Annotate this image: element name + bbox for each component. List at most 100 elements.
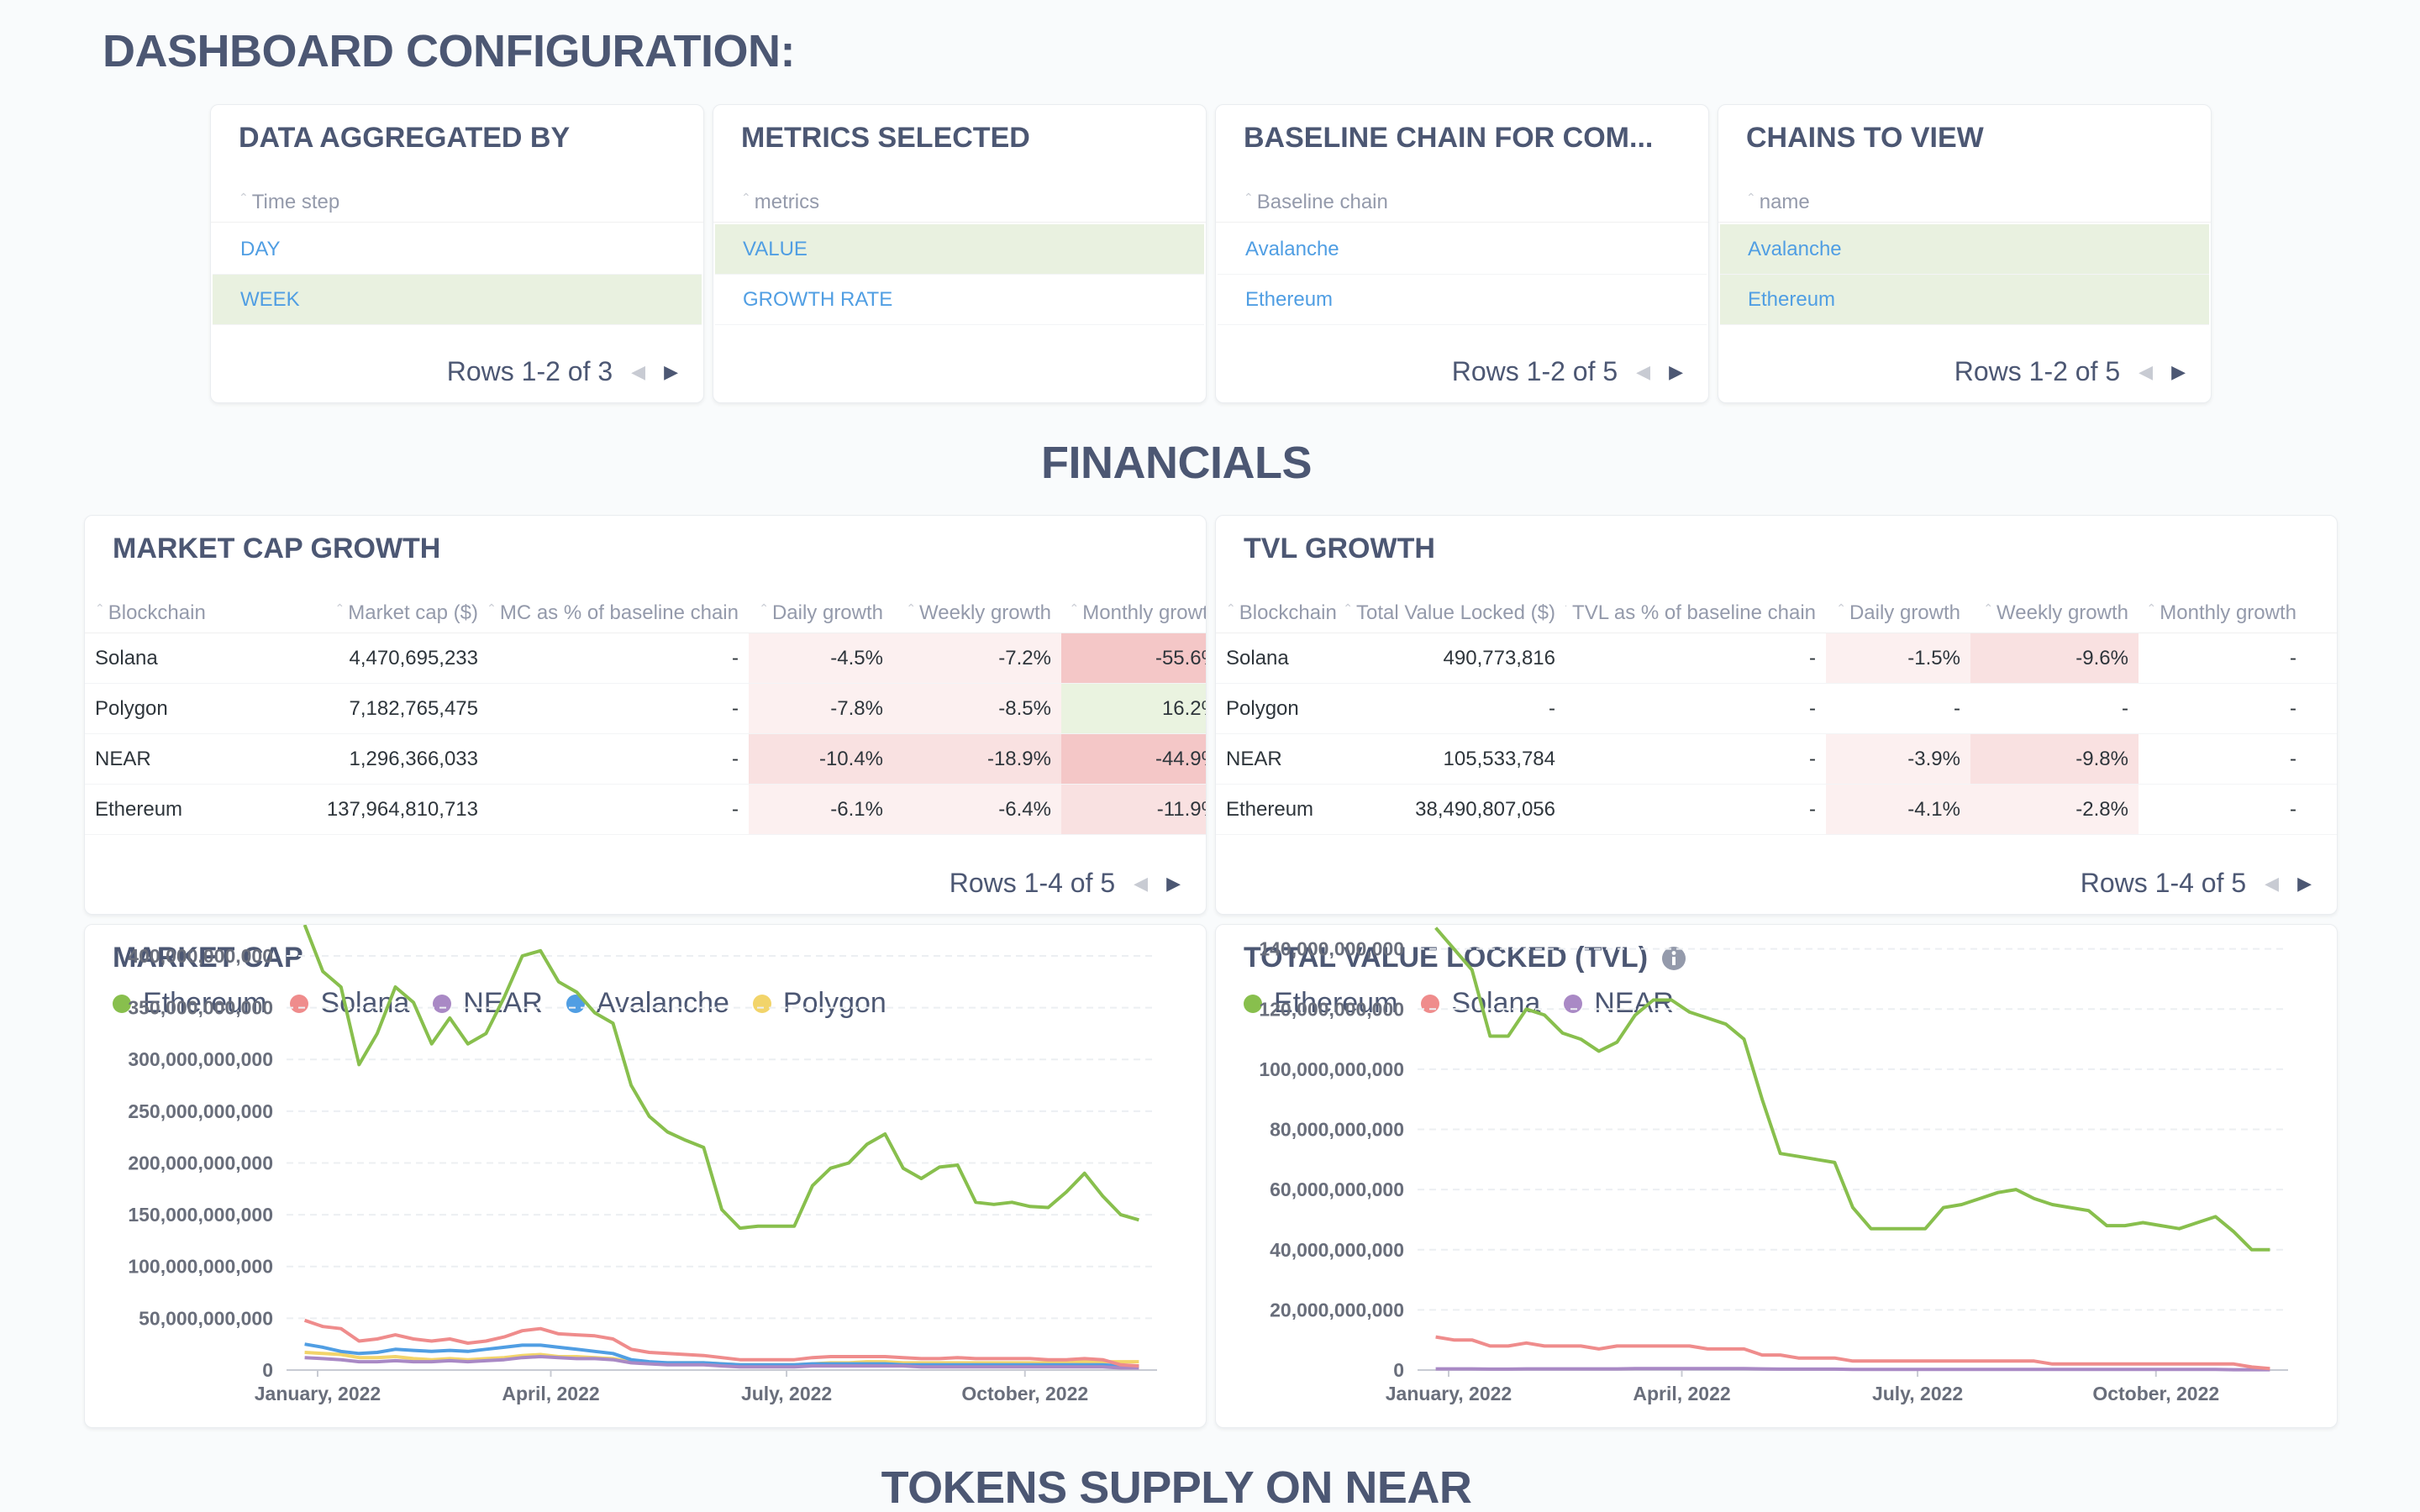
table-cell: - bbox=[1549, 696, 1555, 720]
y-tick-label: 150,000,000,000 bbox=[128, 1204, 273, 1226]
card-title: CHAINS TO VIEW bbox=[1746, 122, 1984, 154]
list-item-label: GROWTH RATE bbox=[743, 287, 893, 311]
column-header-label: Time step bbox=[251, 190, 340, 213]
market-cap-growth-table: ⌃Blockchain⌃Market cap ($)⌃MC as % of ba… bbox=[85, 593, 1206, 835]
table-cell: - bbox=[1809, 797, 1816, 821]
column-header[interactable]: ⌃ Time step bbox=[211, 182, 703, 223]
sort-icon: ⌃ bbox=[2146, 601, 2157, 615]
list-item[interactable]: WEEK bbox=[213, 275, 702, 325]
column-header[interactable]: ⌃ Blockchain bbox=[1216, 593, 1340, 633]
table-cell: -4.5% bbox=[749, 633, 893, 683]
sort-icon: ⌃ bbox=[488, 601, 497, 616]
y-tick-label: 0 bbox=[262, 1359, 273, 1381]
table-cell: 7,182,765,475 bbox=[349, 696, 478, 720]
sort-icon: ⌃ bbox=[1069, 601, 1080, 615]
column-header[interactable]: ⌃ Monthly growth bbox=[2139, 593, 2307, 633]
table-cell: -7.8% bbox=[749, 684, 893, 733]
table-header-row: ⌃Blockchain⌃Market cap ($)⌃MC as % of ba… bbox=[85, 593, 1206, 633]
table-cell: -10.4% bbox=[749, 734, 893, 784]
column-header[interactable]: ⌃TVL as % of baseline chain bbox=[1565, 593, 1826, 633]
config-card: DATA AGGREGATED BY ⌃ Time step DAY WEEK Rows … bbox=[210, 104, 704, 403]
prev-page-icon[interactable]: ◀ bbox=[1134, 873, 1148, 895]
y-tick-label: 400,000,000,000 bbox=[128, 945, 273, 967]
table-row: Polygon - - - - - bbox=[1216, 684, 2337, 734]
table-cell: NEAR bbox=[95, 747, 151, 770]
list-item[interactable]: Ethereum bbox=[1218, 275, 1707, 325]
list-item[interactable]: Avalanche bbox=[1218, 224, 1707, 275]
y-tick-label: 100,000,000,000 bbox=[128, 1256, 273, 1278]
y-tick-label: 0 bbox=[1393, 1359, 1404, 1381]
next-page-icon[interactable]: ▶ bbox=[664, 361, 678, 383]
sort-icon: ⌃ bbox=[1226, 601, 1236, 615]
series-line-solana[interactable] bbox=[1435, 1335, 2270, 1371]
series-line-ethereum[interactable] bbox=[1434, 927, 2270, 1252]
table-row: NEAR 105,533,784- -3.9% -9.8% - bbox=[1216, 734, 2337, 785]
column-header[interactable]: ⌃ Total Value Locked ($) bbox=[1340, 593, 1565, 633]
column-header-label: Blockchain bbox=[1239, 601, 1337, 624]
table-cell: -2.8% bbox=[1970, 785, 2139, 834]
list-item[interactable]: VALUE bbox=[715, 224, 1204, 275]
list-item-label: VALUE bbox=[743, 237, 808, 260]
y-tick-label: 140,000,000,000 bbox=[1259, 938, 1404, 960]
column-header-label: Daily growth bbox=[771, 601, 883, 624]
column-header[interactable]: ⌃ Baseline chain bbox=[1216, 182, 1708, 223]
y-tick-label: 40,000,000,000 bbox=[1270, 1239, 1404, 1261]
card-title: BASELINE CHAIN FOR COM... bbox=[1244, 122, 1654, 154]
table-cell: - bbox=[732, 696, 739, 720]
card-title: DATA AGGREGATED BY bbox=[239, 122, 571, 154]
table-cell: Polygon bbox=[95, 696, 168, 720]
list-item[interactable]: Avalanche bbox=[1720, 224, 2209, 275]
config-card: BASELINE CHAIN FOR COM... ⌃ Baseline chain… bbox=[1215, 104, 1709, 403]
list-item-label: Ethereum bbox=[1748, 287, 1836, 311]
series-line-ethereum[interactable] bbox=[302, 925, 1139, 1231]
next-page-icon[interactable]: ▶ bbox=[2297, 873, 2312, 895]
prev-page-icon[interactable]: ◀ bbox=[2265, 873, 2279, 895]
table-row: NEAR 1,296,366,033 --10.4%-18.9%-44.9% bbox=[85, 734, 1206, 785]
table-cell: -4.1% bbox=[1826, 785, 1970, 834]
column-header[interactable]: ⌃MC as % of baseline chain bbox=[488, 593, 749, 633]
column-header[interactable]: ⌃ Market cap ($) bbox=[245, 593, 488, 633]
table-cell: - bbox=[1809, 646, 1816, 669]
table-cell: -11.9% bbox=[1061, 785, 1206, 834]
column-header[interactable]: ⌃ Daily growth bbox=[749, 593, 893, 633]
next-page-icon[interactable]: ▶ bbox=[1166, 873, 1181, 895]
sort-icon: ⌃ bbox=[1565, 601, 1569, 616]
card-title: TVL GROWTH bbox=[1244, 533, 1435, 564]
column-header-label: Baseline chain bbox=[1256, 190, 1388, 213]
column-header[interactable]: ⌃ Monthly growth bbox=[1061, 593, 1206, 633]
series-line-near[interactable] bbox=[1435, 1367, 2270, 1372]
prev-page-icon[interactable]: ◀ bbox=[1636, 361, 1650, 383]
column-header[interactable]: ⌃ Blockchain bbox=[85, 593, 245, 633]
column-header[interactable]: ⌃ metrics bbox=[713, 182, 1206, 223]
x-tick-label: July, 2022 bbox=[741, 1383, 832, 1404]
table-cell: -7.2% bbox=[893, 633, 1061, 683]
next-page-icon[interactable]: ▶ bbox=[1669, 361, 1683, 383]
x-tick-label: July, 2022 bbox=[1872, 1383, 1963, 1404]
pagination: Rows 1-2 of 5 ◀ ▶ bbox=[1452, 356, 1683, 387]
list-item[interactable]: Ethereum bbox=[1720, 275, 2209, 325]
table-cell: Solana bbox=[95, 646, 158, 669]
column-header[interactable]: ⌃ name bbox=[1718, 182, 2211, 223]
table-cell: Ethereum bbox=[95, 797, 183, 821]
column-header-label: metrics bbox=[754, 190, 820, 213]
next-page-icon[interactable]: ▶ bbox=[2171, 361, 2186, 383]
y-tick-label: 100,000,000,000 bbox=[1259, 1058, 1404, 1080]
table-cell: 1,296,366,033 bbox=[349, 747, 478, 770]
market-cap-growth-card: MARKET CAP GROWTH ⌃ Blockchain ⌃ Market cap… bbox=[84, 515, 1207, 915]
table-row: Polygon 7,182,765,475 --7.8%-8.5%16.2% bbox=[85, 684, 1206, 734]
tokens-supply-heading: TOKENS SUPPLY ON NEAR bbox=[881, 1462, 1472, 1512]
list-item[interactable]: GROWTH RATE bbox=[715, 275, 1204, 325]
x-tick-label: April, 2022 bbox=[1633, 1383, 1730, 1404]
table-cell: -6.1% bbox=[749, 785, 893, 834]
y-tick-label: 300,000,000,000 bbox=[128, 1048, 273, 1070]
config-card: METRICS SELECTED ⌃ metrics VALUE GROWTH RATE bbox=[713, 104, 1207, 403]
column-header[interactable]: ⌃ Weekly growth bbox=[893, 593, 1061, 633]
column-header-label: Market cap ($) bbox=[348, 601, 478, 624]
table-cell: - bbox=[2290, 696, 2296, 720]
prev-page-icon[interactable]: ◀ bbox=[2139, 361, 2153, 383]
column-header-label: Total Value Locked ($) bbox=[1355, 601, 1555, 624]
column-header[interactable]: ⌃ Weekly growth bbox=[1970, 593, 2139, 633]
column-header[interactable]: ⌃ Daily growth bbox=[1826, 593, 1970, 633]
list-item[interactable]: DAY bbox=[213, 224, 702, 275]
prev-page-icon[interactable]: ◀ bbox=[631, 361, 645, 383]
